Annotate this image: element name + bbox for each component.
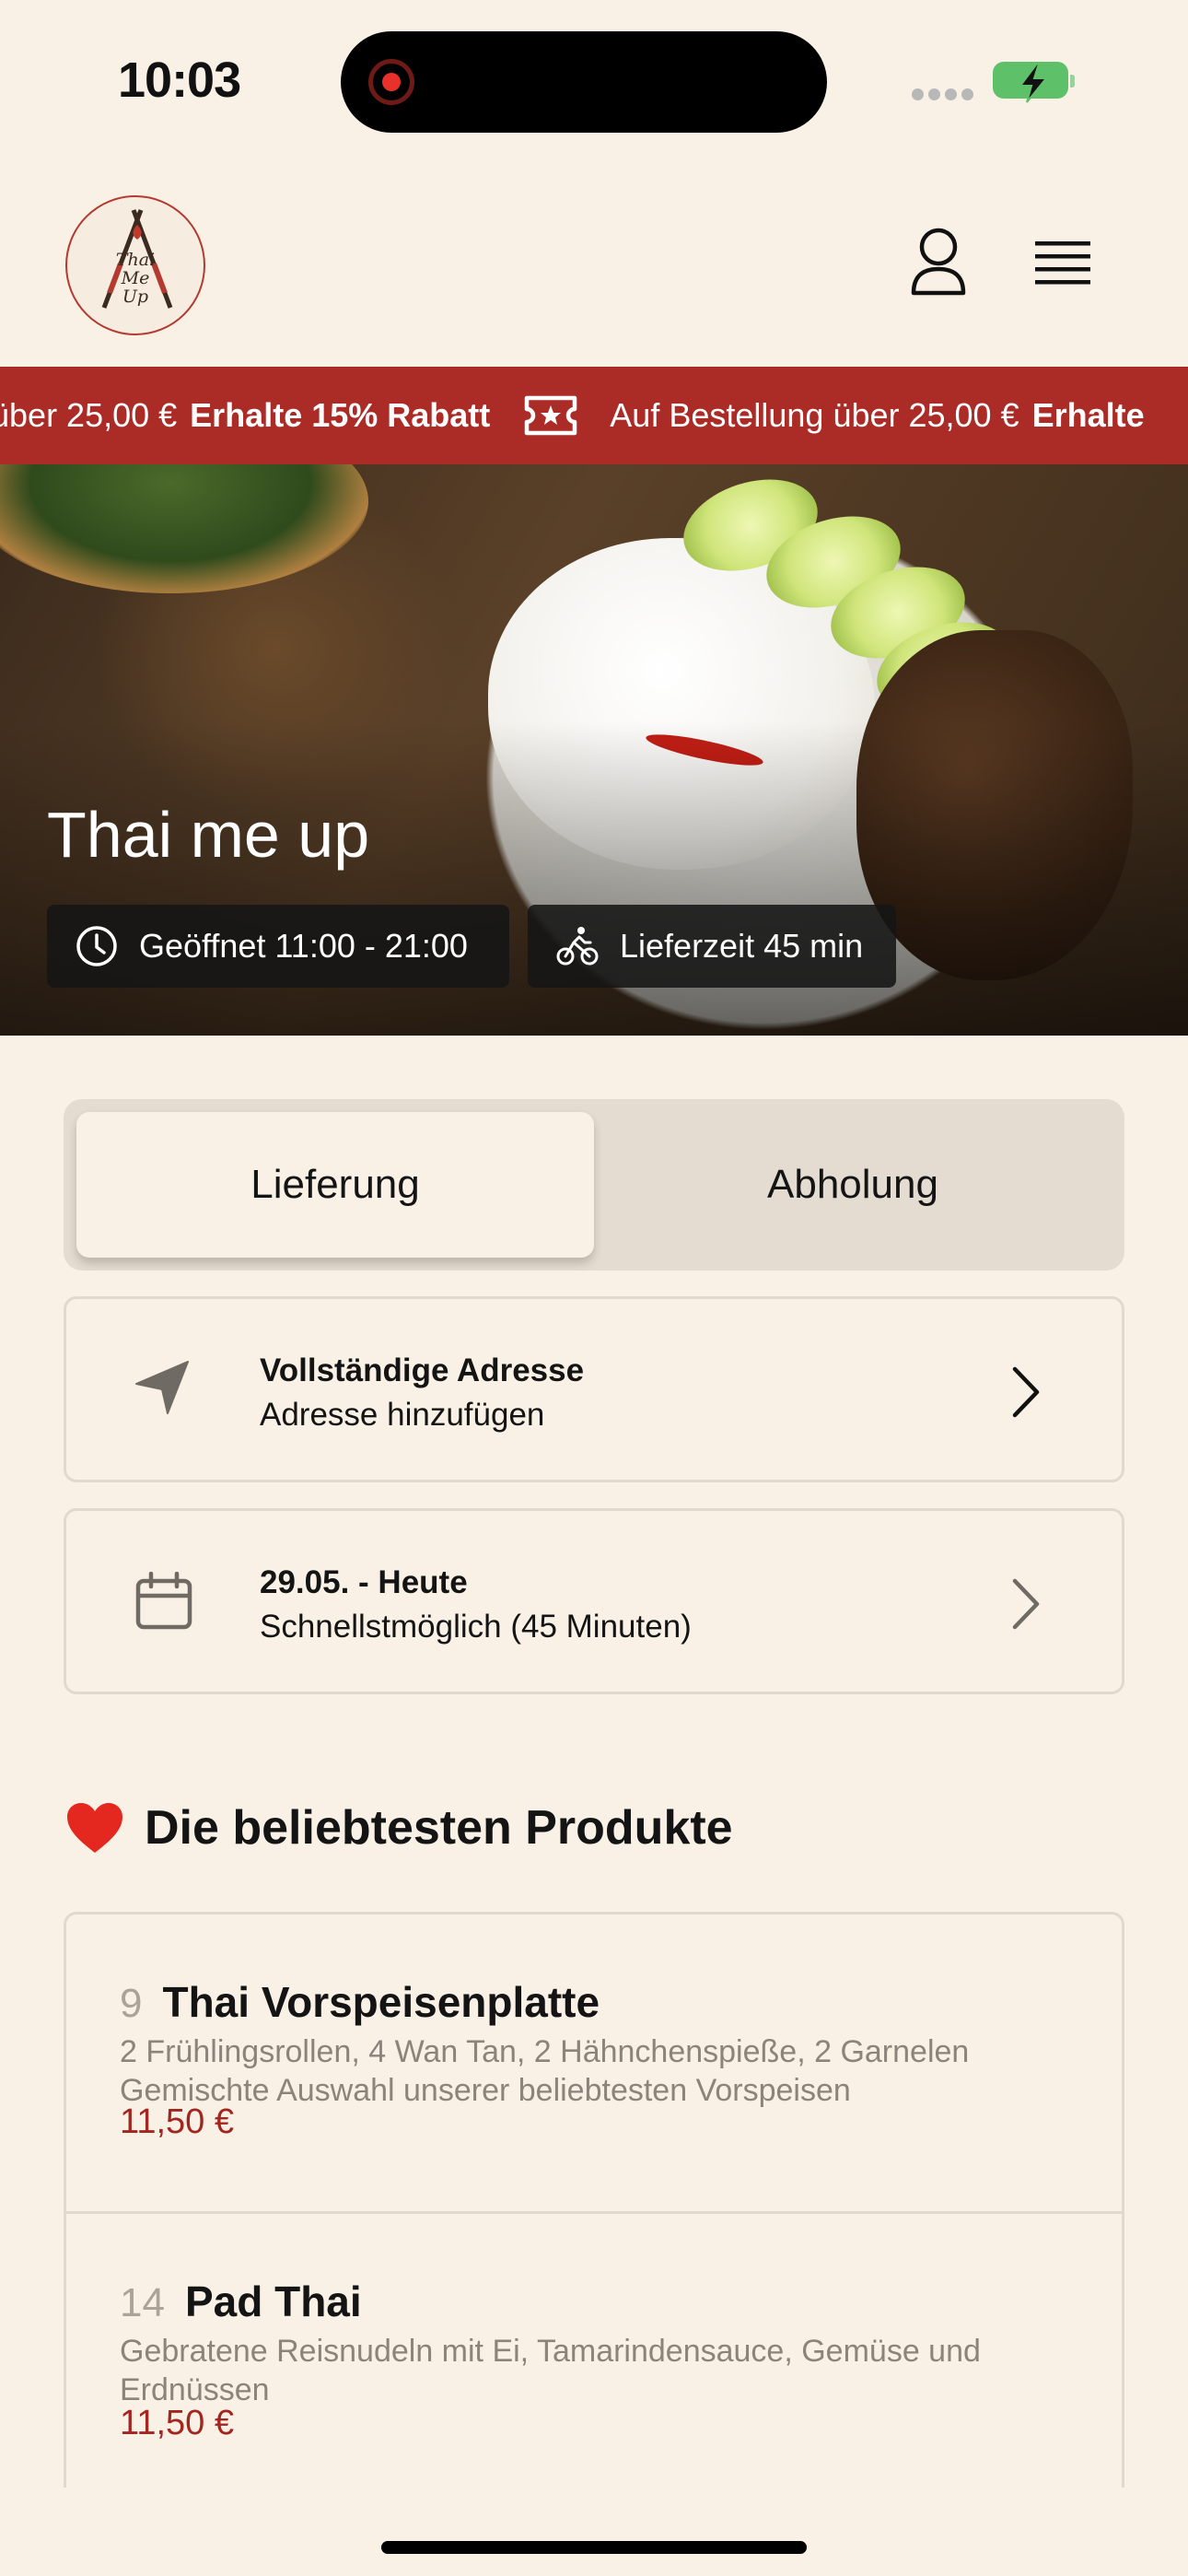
chevron-right-icon [1012,1366,1040,1418]
address-subtitle: Adresse hinzufügen [260,1397,545,1433]
product-price: 11,50 € [120,2404,234,2442]
battery-charging-icon [993,62,1075,103]
home-indicator[interactable] [381,2541,807,2554]
promo-item: Auf Bestellung über 25,00 € Erhalte [610,396,1145,434]
restaurant-name: Thai me up [47,799,370,871]
ticket-icon [525,395,577,436]
delivery-time-chip: Lieferzeit 45 min [528,905,896,988]
product-number: 14 [120,2280,165,2325]
section-title-popular: Die beliebtesten Produkte [65,1800,733,1856]
account-button[interactable] [906,227,971,300]
opening-hours-chip: Geöffnet 11:00 - 21:00 [47,905,509,988]
menu-button[interactable] [1030,238,1096,293]
product-name: Thai Vorspeisenplatte [162,1978,600,2026]
status-bar: 10:03 [0,0,1188,162]
product-description: Gebratene Reisnudeln mit Ei, Tamarindens… [120,2334,981,2407]
product-description: 2 Frühlingsrollen, 4 Wan Tan, 2 Hähnchen… [120,2034,970,2108]
product-price: 11,50 € [120,2102,234,2141]
product-card[interactable]: 9 Thai Vorspeisenplatte 2 Frühlingsrolle… [66,1914,1122,2213]
schedule-subtitle: Schnellstmöglich (45 Minuten) [260,1609,692,1645]
product-card[interactable]: 14 Pad Thai Gebratene Reisnudeln mit Ei,… [66,2211,1122,2488]
record-icon [368,59,414,105]
hamburger-menu-icon [1035,241,1090,285]
location-arrow-icon [135,1361,189,1414]
status-time: 10:03 [118,53,241,108]
calendar-icon [135,1572,192,1630]
promo-banner[interactable]: über 25,00 € Erhalte 15% Rabatt Auf Beste… [0,367,1188,464]
tab-abholung[interactable]: Abholung [594,1112,1112,1258]
user-icon [911,228,966,296]
schedule-title: 29.05. - Heute [260,1564,468,1600]
app-header: Thai Me Up [0,162,1188,367]
logo-wordmark: Thai Me Up [115,250,156,307]
address-selector[interactable]: Vollständige Adresse Adresse hinzufügen [64,1296,1124,1482]
dynamic-island [341,31,827,133]
tab-lieferung[interactable]: Lieferung [76,1112,594,1258]
promo-item: über 25,00 € Erhalte 15% Rabatt [0,396,491,434]
product-number: 9 [120,1981,143,2026]
chevron-right-icon [1012,1578,1040,1630]
restaurant-logo[interactable]: Thai Me Up [65,195,205,335]
product-name: Pad Thai [184,2277,362,2325]
hero-banner: Thai me up Geöffnet 11:00 - 21:00 Liefer… [0,464,1188,1036]
clock-icon [76,926,117,966]
order-mode-toggle: Lieferung Abholung [64,1099,1124,1270]
schedule-selector[interactable]: 29.05. - Heute Schnellstmöglich (45 Minu… [64,1508,1124,1694]
address-title: Vollständige Adresse [260,1352,585,1388]
heart-icon [67,1803,122,1853]
bike-icon [556,927,599,966]
product-list: 9 Thai Vorspeisenplatte 2 Frühlingsrolle… [64,1912,1124,2488]
signal-icon [912,87,978,104]
